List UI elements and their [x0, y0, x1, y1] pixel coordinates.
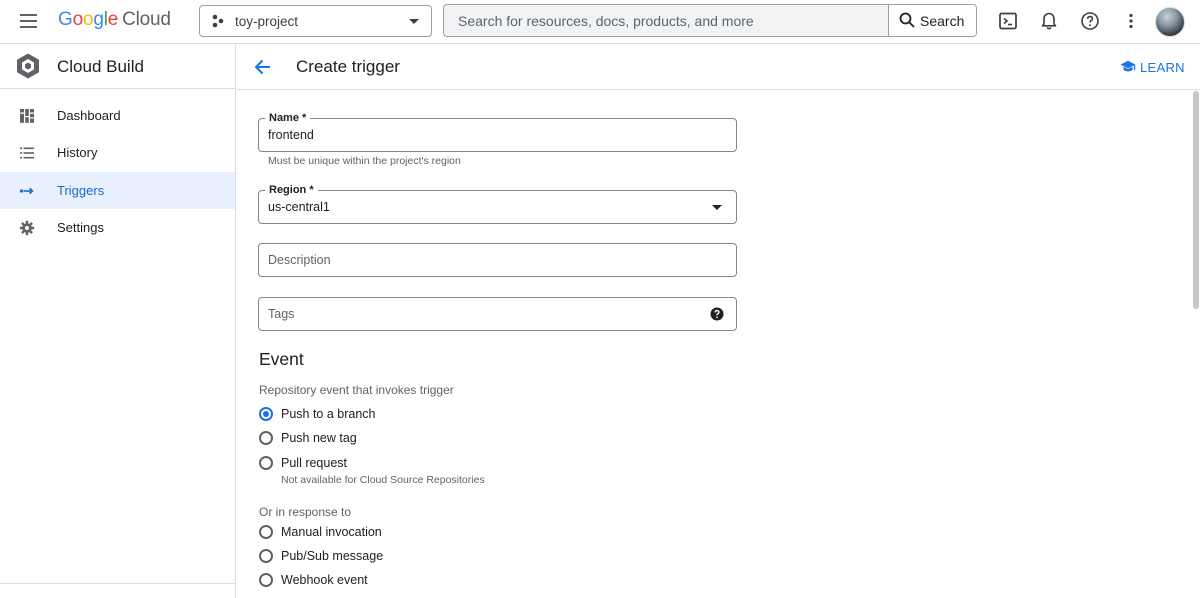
top-bar: Google Cloud toy-project Search [0, 0, 1200, 44]
search-button-label: Search [920, 13, 965, 29]
radio-label: Push new tag [281, 431, 357, 445]
region-field-label: Region * [265, 183, 318, 197]
cloud-build-icon [17, 53, 39, 79]
product-header: Cloud Build [0, 45, 235, 89]
project-icon [212, 14, 224, 28]
avatar[interactable] [1155, 7, 1185, 37]
search-input[interactable] [444, 5, 890, 36]
sidebar-item-settings[interactable]: Settings [0, 209, 235, 246]
project-name: toy-project [235, 14, 299, 29]
radio-button[interactable] [259, 573, 273, 587]
region-select[interactable]: Region * us-central1 [258, 183, 737, 224]
page-title: Create trigger [296, 57, 400, 76]
sidebar-item-label: Settings [57, 220, 104, 235]
help-icon[interactable] [710, 307, 724, 321]
sidebar-item-triggers[interactable]: Triggers [0, 172, 235, 209]
radio-button[interactable] [259, 431, 273, 445]
radio-label: Manual invocation [281, 525, 382, 539]
gear-icon [19, 220, 35, 236]
more-vert-icon[interactable] [1121, 11, 1141, 31]
school-icon [1120, 60, 1136, 72]
scrollbar[interactable] [1193, 91, 1199, 309]
dashboard-icon [20, 109, 34, 123]
google-cloud-logo[interactable]: Google Cloud [58, 9, 171, 31]
sidebar-item-label: Triggers [57, 183, 105, 198]
triggers-icon [19, 187, 34, 195]
help-icon[interactable] [1080, 11, 1100, 31]
radio-button[interactable] [259, 407, 273, 421]
sidebar-item-label: History [57, 145, 98, 160]
description-field [258, 243, 737, 277]
menu-icon[interactable] [18, 10, 40, 32]
name-helper-text: Must be unique within the project's regi… [268, 155, 461, 167]
sidebar-divider [0, 583, 235, 584]
name-field[interactable]: Name * frontend [258, 111, 737, 152]
notifications-icon[interactable] [1039, 11, 1059, 31]
search-bar: Search [443, 4, 977, 37]
response-subhead: Or in response to [259, 505, 352, 519]
sidebar-item-history[interactable]: History [0, 134, 235, 171]
repo-event-subhead: Repository event that invokes trigger [259, 383, 454, 397]
history-list-icon [20, 147, 34, 159]
search-button[interactable]: Search [888, 5, 976, 36]
tags-field [258, 297, 737, 331]
pull-request-note: Not available for Cloud Source Repositor… [281, 474, 485, 486]
tags-input[interactable] [259, 298, 736, 330]
name-field-label: Name * [265, 111, 311, 125]
name-field-value: frontend [268, 128, 314, 142]
page-header: Create trigger LEARN [237, 45, 1200, 90]
radio-button[interactable] [259, 456, 273, 470]
product-name: Cloud Build [57, 57, 144, 76]
cloud-shell-icon[interactable] [998, 11, 1018, 31]
sidebar-item-dashboard[interactable]: Dashboard [0, 97, 235, 134]
chevron-down-icon [712, 205, 722, 210]
back-arrow-icon[interactable] [253, 57, 273, 77]
learn-label: LEARN [1140, 60, 1185, 75]
radio-label: Webhook event [281, 573, 368, 587]
description-input[interactable] [259, 244, 736, 276]
radio-button[interactable] [259, 525, 273, 539]
search-icon [899, 12, 915, 28]
chevron-down-icon [409, 19, 419, 24]
sidebar-item-label: Dashboard [57, 108, 121, 123]
radio-label: Pull request [281, 456, 348, 470]
event-section-title: Event [259, 349, 304, 369]
project-picker[interactable]: toy-project [199, 5, 432, 37]
learn-button[interactable]: LEARN [1120, 59, 1185, 77]
radio-label: Pub/Sub message [281, 549, 384, 563]
radio-button[interactable] [259, 549, 273, 563]
region-field-value: us-central1 [268, 200, 330, 214]
sidebar: Cloud Build Dashboard History Triggers S… [0, 45, 236, 598]
radio-label: Push to a branch [281, 407, 376, 421]
